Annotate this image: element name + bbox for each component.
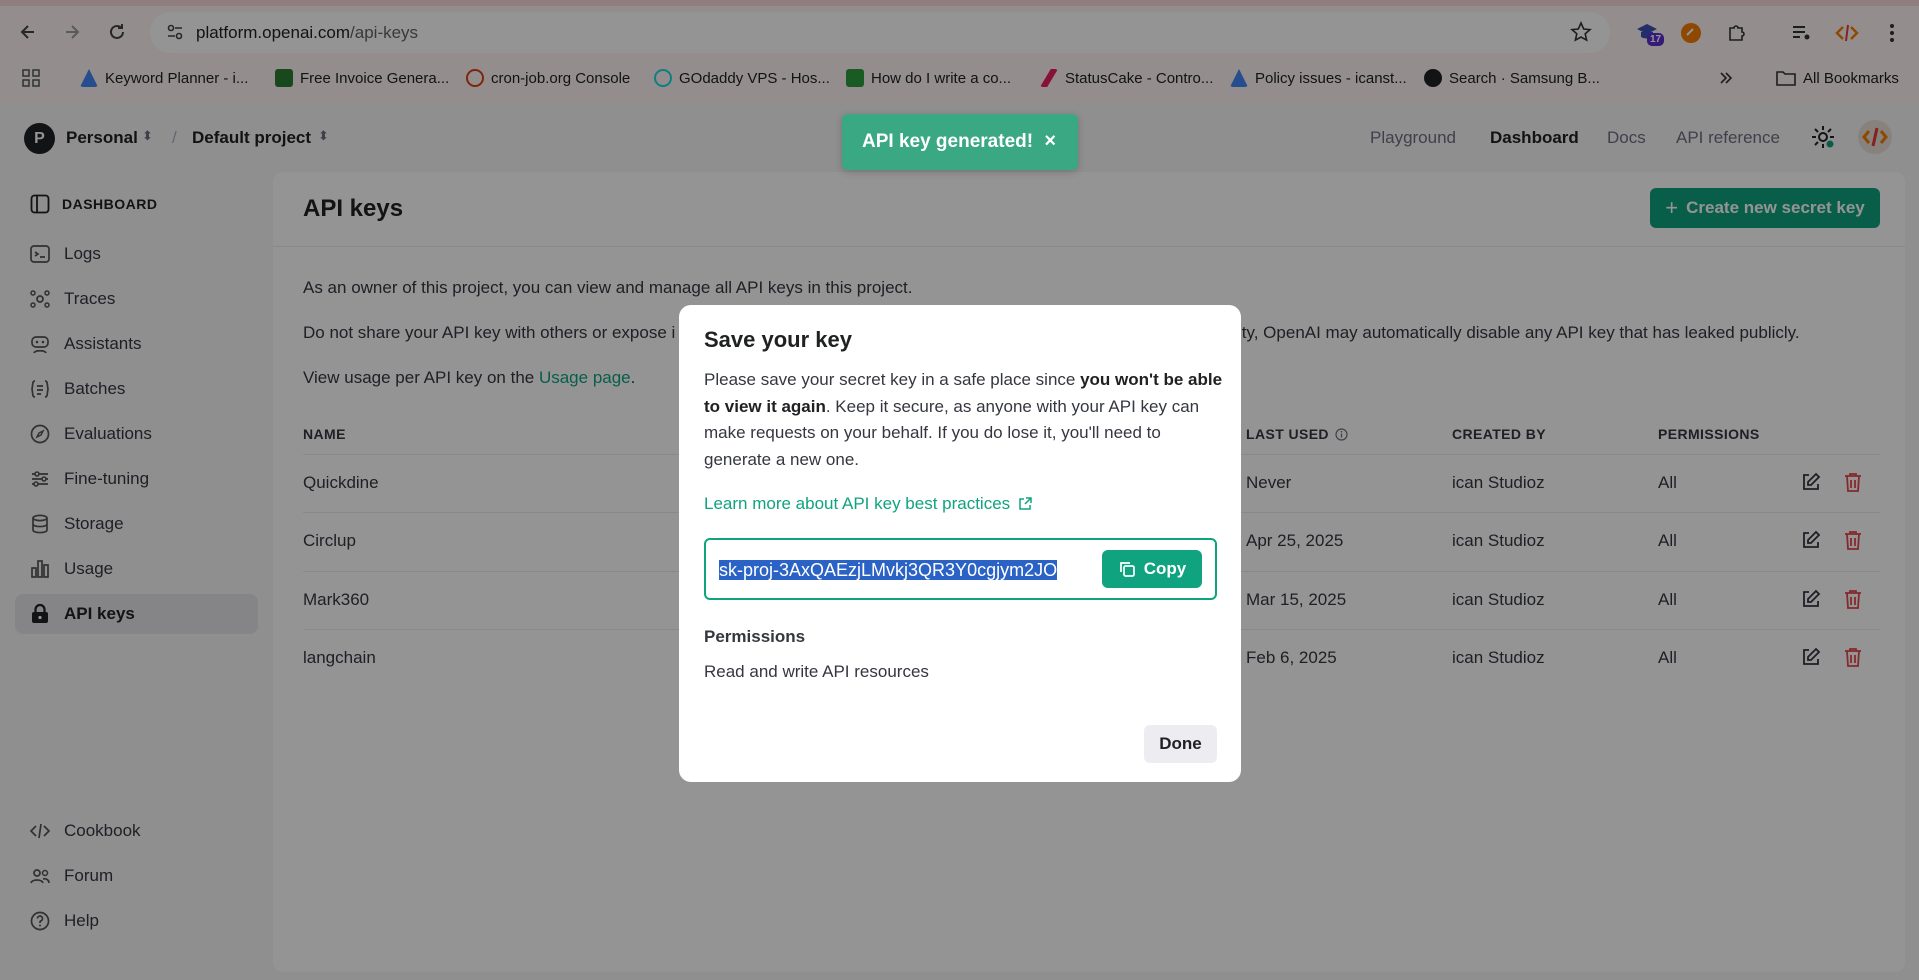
permissions-label: Permissions xyxy=(704,627,806,646)
secret-key-field[interactable]: sk-proj-3AxQAEzjLMvkj3QR3Y0cgjym2JO Copy xyxy=(704,538,1217,600)
copy-button-label: Copy xyxy=(1143,559,1187,578)
best-practices-link-label: Learn more about API key best practices xyxy=(704,494,1011,513)
external-link-icon xyxy=(1019,497,1032,510)
secret-key-value[interactable]: sk-proj-3AxQAEzjLMvkj3QR3Y0cgjym2JO xyxy=(719,558,1094,582)
toast-message: API key generated! xyxy=(862,131,1034,152)
best-practices-link[interactable]: Learn more about API key best practices xyxy=(704,494,1032,514)
save-key-dialog: Save your key Please save your secret ke… xyxy=(679,305,1241,782)
done-button[interactable]: Done xyxy=(1144,725,1217,763)
close-icon[interactable]: × xyxy=(1044,130,1056,153)
success-toast: API key generated! × xyxy=(842,114,1078,170)
permissions-value: Read and write API resources xyxy=(704,662,929,681)
copy-button[interactable]: Copy xyxy=(1102,550,1202,588)
dialog-title: Save your key xyxy=(704,327,852,352)
dialog-text-start: Please save your secret key in a safe pl… xyxy=(704,370,1081,389)
secret-key-text: sk-proj-3AxQAEzjLMvkj3QR3Y0cgjym2JO xyxy=(719,560,1058,580)
copy-icon xyxy=(1119,562,1135,577)
dialog-description: Please save your secret key in a safe pl… xyxy=(704,367,1224,473)
